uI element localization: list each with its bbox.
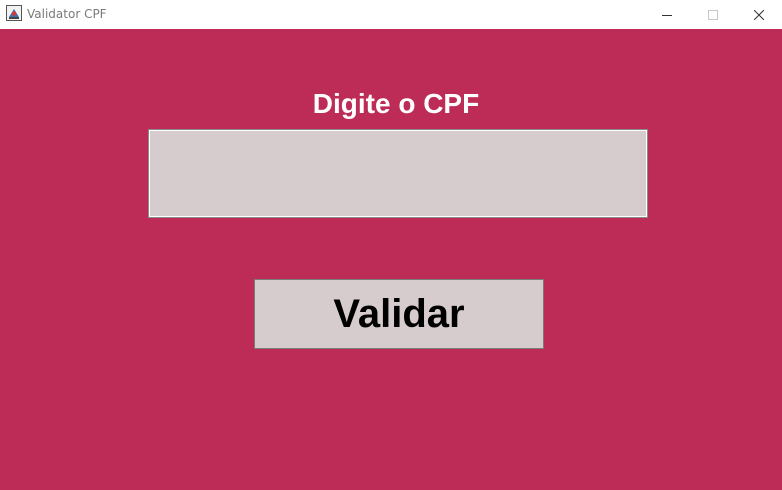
title-bar[interactable]: Validator CPF: [0, 0, 782, 29]
window-title: Validator CPF: [27, 7, 107, 21]
close-icon: [754, 9, 764, 20]
validate-button[interactable]: Validar: [254, 279, 544, 349]
java-app-icon[interactable]: [6, 5, 22, 21]
minimize-icon: [662, 14, 672, 16]
close-button[interactable]: [736, 0, 782, 29]
maximize-icon: [708, 9, 718, 20]
cpf-prompt-label: Digite o CPF: [312, 88, 480, 119]
app-window: Validator CPF Digite o CPF Validar: [0, 0, 782, 490]
minimize-button[interactable]: [644, 0, 690, 29]
cpf-input[interactable]: [148, 129, 648, 218]
validator-panel: Digite o CPF Validar: [0, 29, 782, 490]
maximize-button[interactable]: [690, 0, 736, 29]
